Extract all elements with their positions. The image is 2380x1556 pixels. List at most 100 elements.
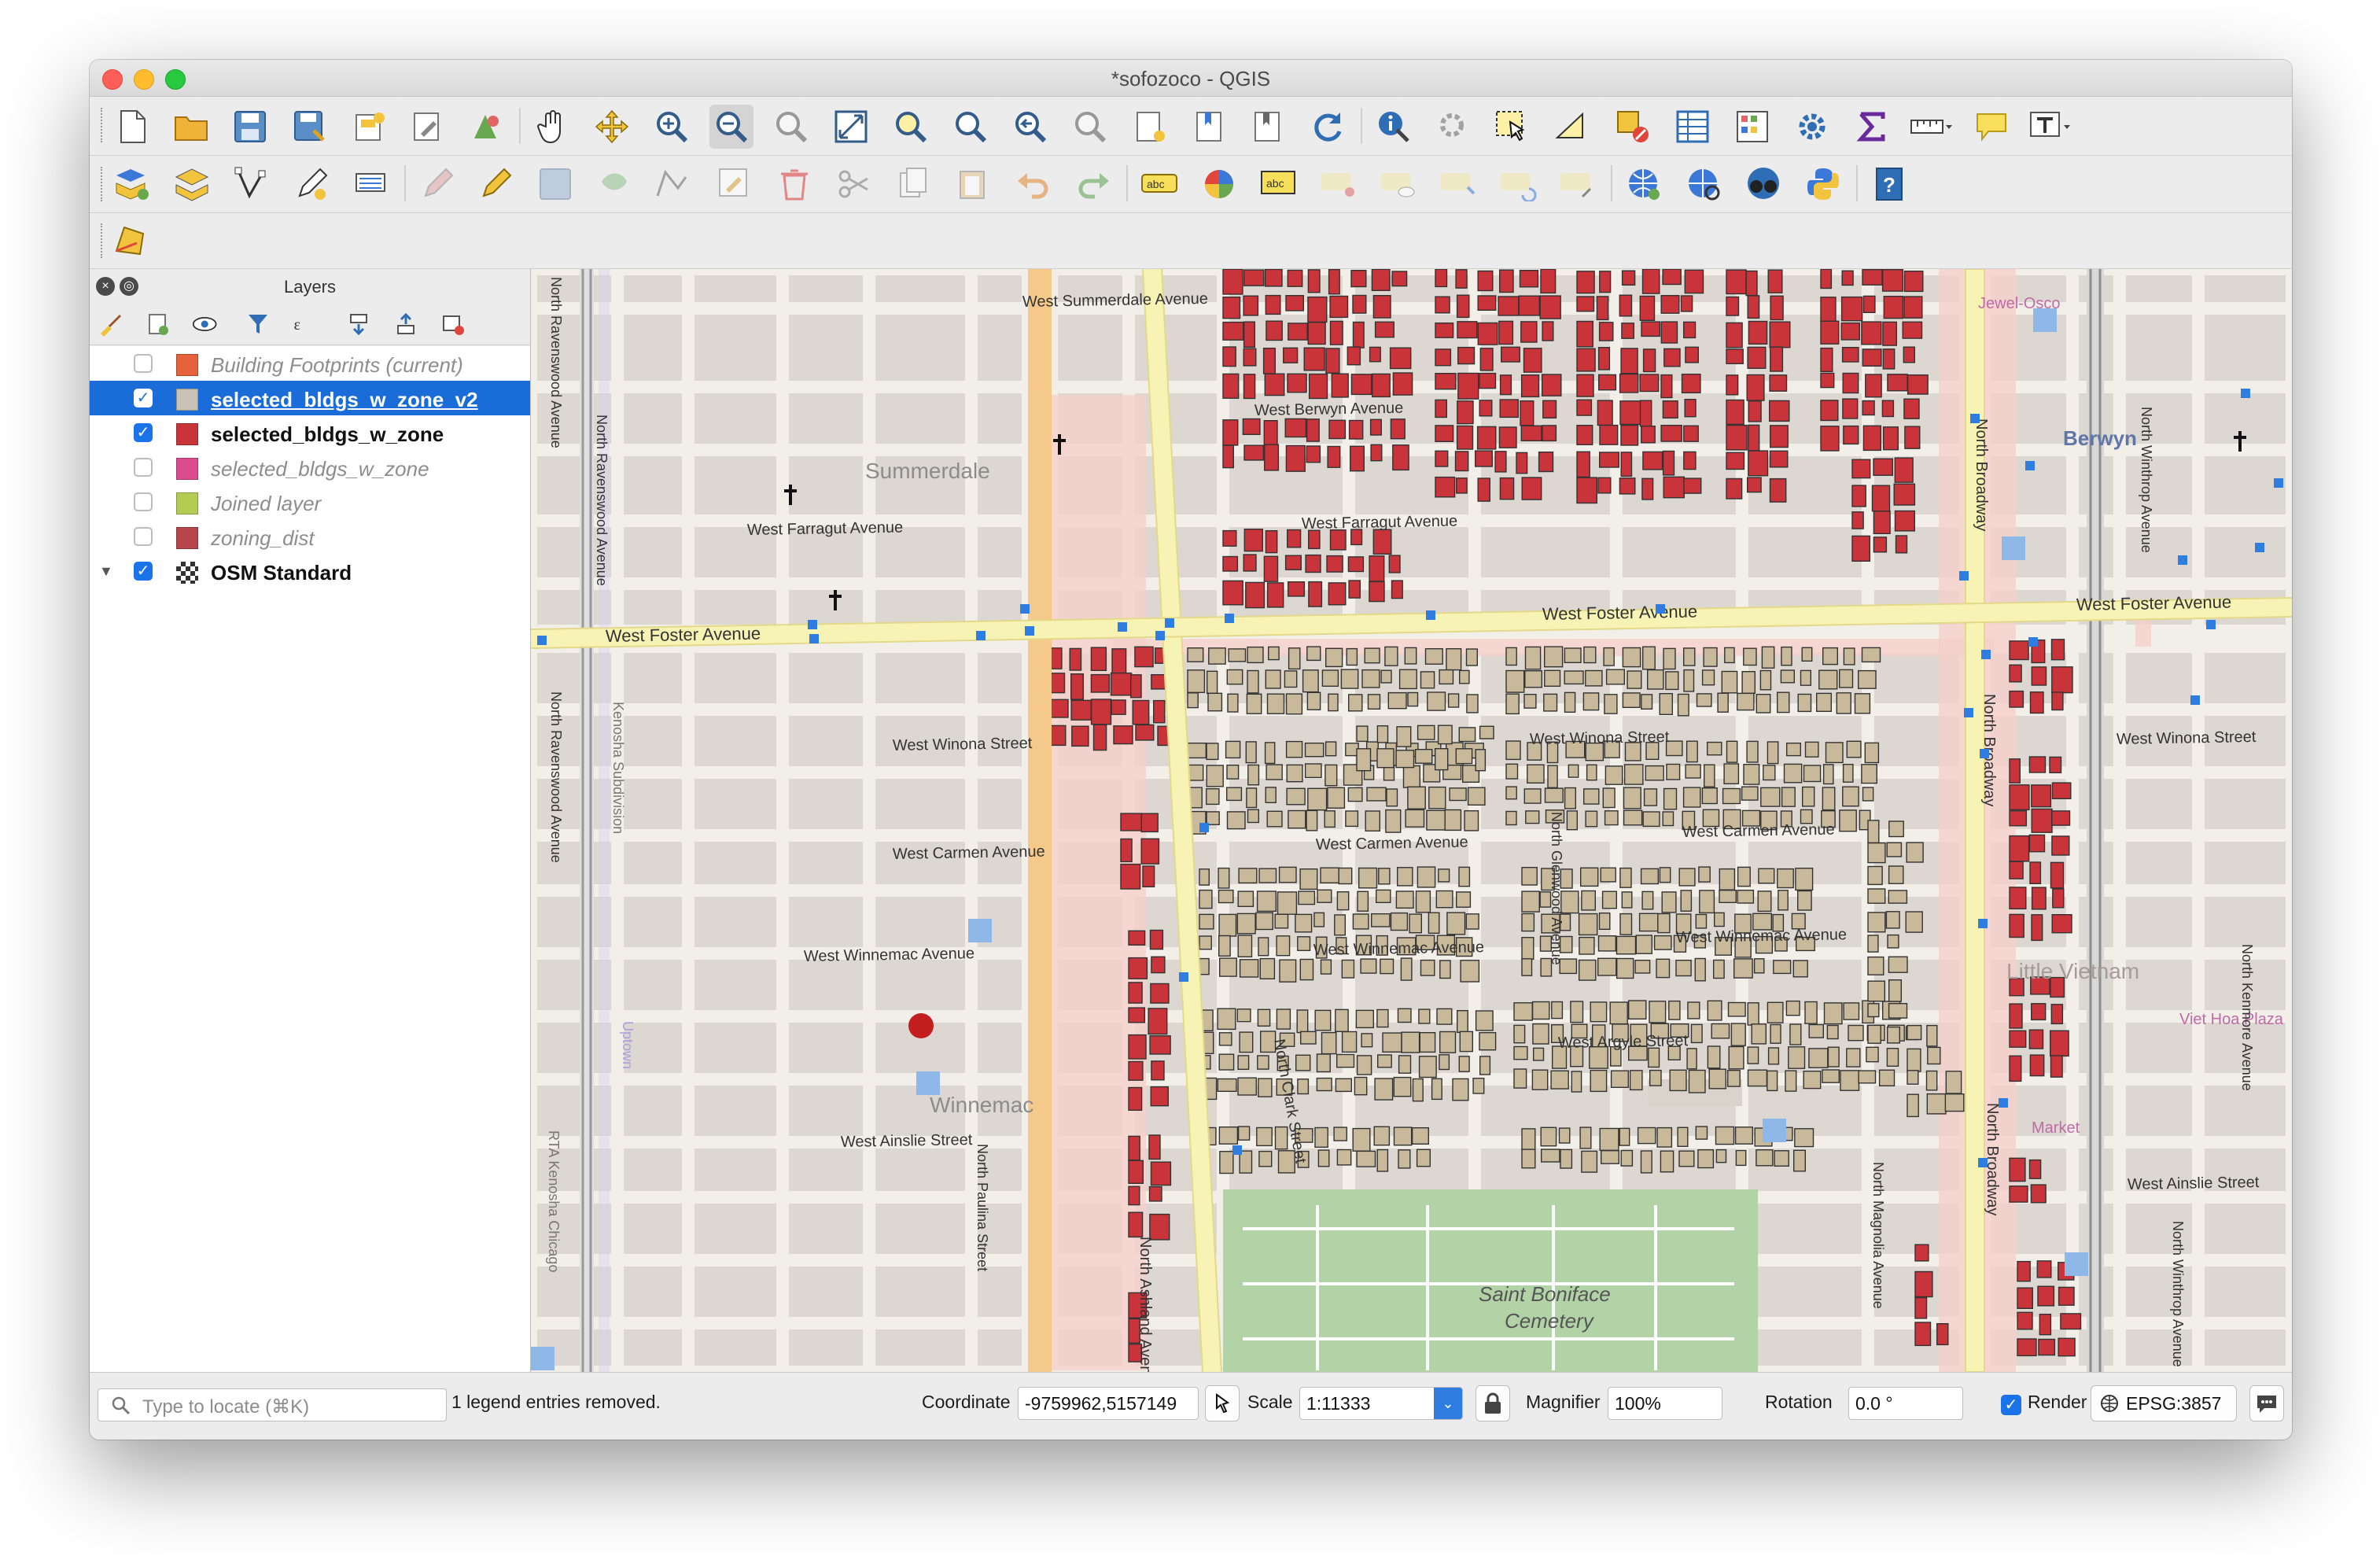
add-group-icon[interactable] — [143, 310, 171, 338]
refresh-icon[interactable] — [1306, 105, 1350, 149]
layout-manager-icon[interactable] — [406, 105, 450, 149]
manage-visibility-eye-icon[interactable] — [192, 310, 220, 338]
zoom-full-icon[interactable] — [829, 105, 873, 149]
zoom-to-layer-icon[interactable] — [949, 105, 993, 149]
settings-gear-icon[interactable] — [1790, 105, 1834, 149]
zoom-in-icon[interactable] — [650, 105, 694, 149]
add-raster-layer-icon[interactable] — [170, 162, 214, 206]
messages-icon[interactable] — [2249, 1385, 2284, 1421]
layer-item-selected-bldgs-w-zone-v2[interactable]: ✓ selected_bldgs_w_zone_v2 — [90, 381, 530, 415]
annotation-icon[interactable] — [1969, 105, 2013, 149]
metasearch-globe-icon[interactable] — [1682, 162, 1726, 206]
rotation-field[interactable]: 0.0 ° ▲▼ — [1848, 1387, 1963, 1420]
rotate-label-icon[interactable] — [1496, 162, 1540, 206]
digitize-vertex-icon[interactable] — [230, 162, 274, 206]
identify-features-icon[interactable] — [1372, 105, 1416, 149]
pan-hand-icon[interactable] — [530, 105, 574, 149]
crs-button[interactable]: EPSG:3857 — [2091, 1385, 2237, 1421]
modify-attributes-icon[interactable] — [713, 162, 757, 206]
add-vector-layer-icon[interactable] — [110, 162, 154, 206]
paste-features-icon[interactable] — [952, 162, 996, 206]
lock-scale-icon[interactable] — [1476, 1385, 1510, 1421]
filter-expression-icon[interactable]: ε — [291, 310, 319, 338]
open-project-icon[interactable] — [170, 105, 214, 149]
layer-visibility-checkbox[interactable] — [134, 492, 153, 511]
scale-dropdown-chevron-icon[interactable]: ⌄ — [1434, 1388, 1462, 1419]
toggle-editing-icon[interactable] — [349, 162, 393, 206]
layer-item-building-footprints[interactable]: Building Footprints (current) — [90, 346, 530, 381]
map-svg[interactable]: West Summerdale Avenue West Berwyn Avenue… — [531, 269, 2292, 1372]
collapse-all-icon[interactable] — [392, 310, 420, 338]
map-canvas[interactable]: West Summerdale Avenue West Berwyn Avenue… — [531, 269, 2292, 1372]
zoom-out-icon[interactable] — [709, 105, 753, 149]
deselect-features-icon[interactable] — [1611, 105, 1655, 149]
layer-item-osm-standard[interactable]: ▼ ✓ OSM Standard — [90, 554, 530, 588]
show-hide-labels-icon[interactable] — [1376, 162, 1420, 206]
magnifier-field[interactable]: 100% ▲▼ — [1608, 1387, 1722, 1420]
text-annotation-icon[interactable] — [2029, 105, 2073, 149]
select-features-icon[interactable] — [1491, 105, 1535, 149]
zoom-native-icon[interactable] — [769, 105, 813, 149]
toolbar-grip[interactable] — [101, 108, 107, 142]
spatial-bookmarks-icon[interactable] — [1246, 105, 1290, 149]
label-highlight-icon[interactable]: abc — [1257, 162, 1301, 206]
new-project-icon[interactable] — [110, 105, 154, 149]
undo-icon[interactable] — [1011, 162, 1056, 206]
diagram-tool-icon[interactable] — [1197, 162, 1241, 206]
zoom-next-icon[interactable] — [1068, 105, 1112, 149]
vertex-tool-icon[interactable] — [653, 162, 697, 206]
layer-visibility-checkbox[interactable]: ✓ — [134, 562, 153, 581]
expand-triangle-icon[interactable]: ▼ — [99, 563, 113, 580]
style-layer-icon[interactable] — [96, 310, 124, 338]
pin-labels-icon[interactable] — [1317, 162, 1361, 206]
layer-item-joined-layer[interactable]: Joined layer — [90, 485, 530, 519]
new-print-layout-icon[interactable] — [348, 105, 392, 149]
render-checkbox[interactable]: ✓ — [2001, 1395, 2021, 1415]
layer-item-selected-bldgs-w-zone-pink[interactable]: selected_bldgs_w_zone — [90, 450, 530, 485]
layer-visibility-checkbox[interactable]: ✓ — [134, 423, 153, 442]
toggle-extents-mouse-icon[interactable] — [1205, 1385, 1240, 1421]
help-icon[interactable]: ? — [1867, 162, 1911, 206]
current-edits-pencil-icon[interactable] — [289, 162, 333, 206]
save-edits-icon[interactable] — [533, 162, 577, 206]
search-osm-binoculars-icon[interactable] — [1741, 162, 1785, 206]
locator-search-box[interactable]: Type to locate (⌘K) — [98, 1388, 447, 1421]
layer-visibility-checkbox[interactable] — [134, 458, 153, 477]
add-feature-icon[interactable] — [593, 162, 637, 206]
move-label-icon[interactable] — [1436, 162, 1480, 206]
browser-globe-icon[interactable] — [1622, 162, 1666, 206]
expand-all-icon[interactable] — [344, 310, 373, 338]
layer-visibility-checkbox[interactable]: ✓ — [134, 389, 153, 407]
select-by-polygon-icon[interactable] — [1551, 105, 1595, 149]
field-calculator-sigma-icon[interactable] — [1850, 105, 1894, 149]
layer-item-zoning-dist[interactable]: zoning_dist — [90, 519, 530, 554]
geometry-tool-icon[interactable] — [110, 219, 154, 263]
show-bookmarks-icon[interactable] — [1188, 105, 1232, 149]
new-bookmark-icon[interactable] — [1128, 105, 1172, 149]
remove-layer-icon[interactable] — [439, 310, 467, 338]
toolbar-grip[interactable] — [101, 223, 107, 258]
copy-features-icon[interactable] — [892, 162, 936, 206]
scale-combobox[interactable]: 1:11333 ⌄ — [1299, 1387, 1463, 1420]
change-label-icon[interactable] — [1556, 162, 1600, 206]
cut-features-scissors-icon[interactable] — [832, 162, 876, 206]
attribute-table-icon[interactable] — [1671, 105, 1715, 149]
delete-selected-trash-icon[interactable] — [772, 162, 816, 206]
zoom-to-selection-icon[interactable] — [889, 105, 933, 149]
filter-legend-icon[interactable] — [244, 310, 272, 338]
map-tips-icon[interactable] — [1431, 105, 1476, 149]
label-tool-icon[interactable]: abc — [1137, 162, 1181, 206]
save-as-icon[interactable] — [288, 105, 332, 149]
layer-visibility-checkbox[interactable] — [134, 354, 153, 373]
edit-pencil-icon[interactable] — [473, 162, 518, 206]
statistics-icon[interactable] — [1730, 105, 1774, 149]
python-console-icon[interactable] — [1801, 162, 1845, 206]
coordinate-field[interactable]: -9759962,5157149 — [1018, 1387, 1199, 1420]
style-manager-icon[interactable] — [464, 105, 508, 149]
edit-pencil-disabled-icon[interactable] — [415, 162, 459, 206]
layer-visibility-checkbox[interactable] — [134, 527, 153, 546]
toolbar-grip[interactable] — [101, 167, 107, 201]
measure-icon[interactable] — [1910, 105, 1954, 149]
zoom-last-icon[interactable] — [1008, 105, 1052, 149]
layer-item-selected-bldgs-w-zone[interactable]: ✓ selected_bldgs_w_zone — [90, 415, 530, 450]
